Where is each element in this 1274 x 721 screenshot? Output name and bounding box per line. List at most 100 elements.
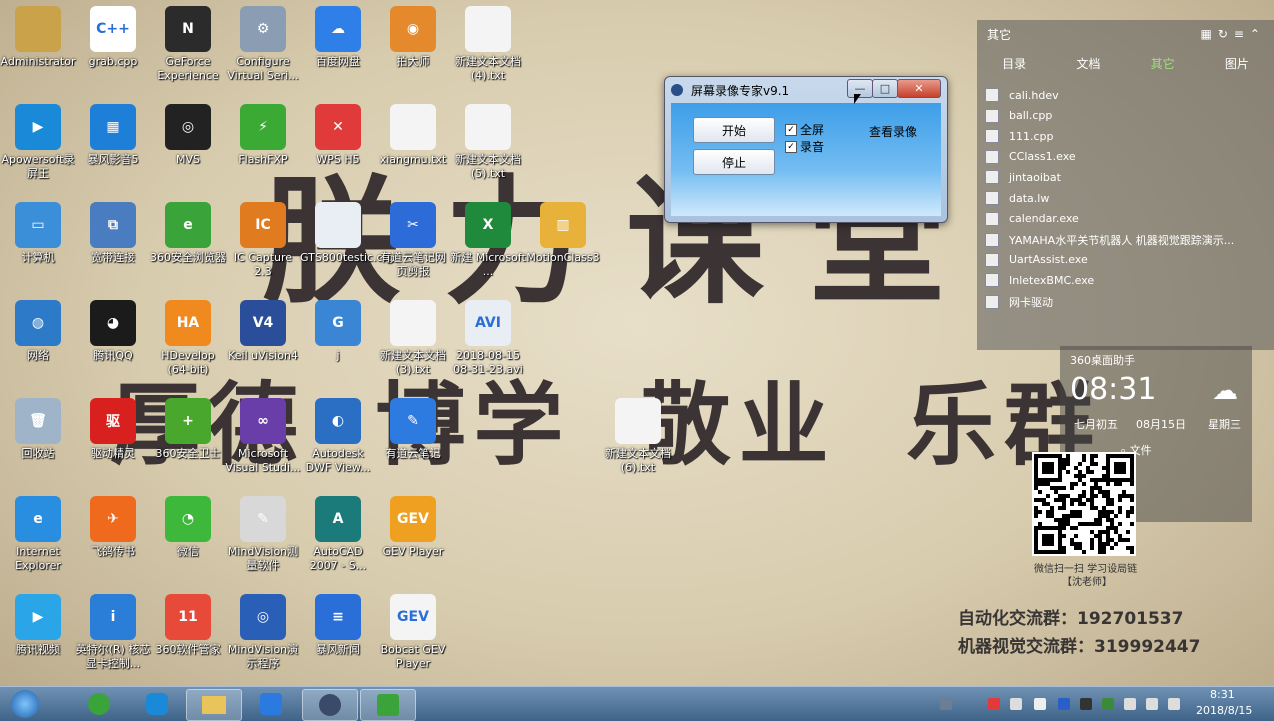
fullscreen-checkbox[interactable]: ✓ 全屏 xyxy=(785,121,824,138)
desktop-icon[interactable]: ▶ Apowersoft录屏王 xyxy=(0,104,76,181)
panel-file-item[interactable]: 111.cpp xyxy=(985,129,1265,144)
desktop-icon[interactable]: ✎ 有道云笔记 xyxy=(375,398,451,461)
taskbar-clock-date[interactable]: 2018/8/15 xyxy=(1196,704,1252,717)
taskbar-explorer-icon[interactable] xyxy=(186,689,242,721)
desktop-icon[interactable]: ▭ 计算机 xyxy=(0,202,76,265)
start-button[interactable]: 开始 xyxy=(693,117,775,143)
desktop-icon[interactable]: ∞ Microsoft Visual Studi... xyxy=(225,398,301,475)
desktop-icon[interactable]: AVI 2018-08-15 08-31-23.avi xyxy=(450,300,526,377)
desktop-icon-image xyxy=(315,202,361,248)
tray-signal-icon[interactable] xyxy=(1146,698,1158,710)
panel-tab-docs[interactable]: 文档 xyxy=(1051,55,1125,72)
desktop-icon[interactable]: N GeForce Experience xyxy=(150,6,226,83)
desktop-icon-image: ▭ xyxy=(15,202,61,248)
desktop-icon-label: 新建文本文档 (4).txt xyxy=(455,55,521,82)
desktop-icon[interactable]: 新建文本文档 (6).txt xyxy=(600,398,676,475)
desktop-icon[interactable]: ✈ 飞鸽传书 xyxy=(75,496,151,559)
desktop-icon[interactable]: 新建文本文档 (3).txt xyxy=(375,300,451,377)
desktop-icon-image: N xyxy=(165,6,211,52)
panel-file-item[interactable]: InletexBMC.exe xyxy=(985,273,1265,288)
desktop-icon[interactable]: ◎ MindVision演示程序 xyxy=(225,594,301,671)
desktop-icon[interactable]: ◉ 拍大师 xyxy=(375,6,451,69)
desktop-icon[interactable]: ⚡ FlashFXP xyxy=(225,104,301,167)
panel-tab-catalog[interactable]: 目录 xyxy=(977,55,1051,72)
desktop-icon[interactable]: 新建文本文档 (5).txt xyxy=(450,104,526,181)
panel-file-item[interactable]: data.lw xyxy=(985,191,1265,205)
desktop-icon[interactable]: ✂ 有道云笔记网页剪报 xyxy=(375,202,451,279)
desktop-icon[interactable]: xiangmu.txt xyxy=(375,104,451,167)
desktop-icon[interactable]: 新建文本文档 (4).txt xyxy=(450,6,526,83)
tray-tool-icon[interactable] xyxy=(1010,698,1022,710)
panel-file-item[interactable]: ball.cpp xyxy=(985,108,1265,123)
desktop-icon[interactable]: GEV GEV Player xyxy=(375,496,451,559)
desktop-icon[interactable]: C++ grab.cpp xyxy=(75,6,151,69)
taskbar-clock-time[interactable]: 8:31 xyxy=(1210,688,1235,701)
tray-app-icon[interactable] xyxy=(1080,698,1092,710)
desktop-icon[interactable]: ◐ Autodesk DWF View... xyxy=(300,398,376,475)
start-orb-icon[interactable] xyxy=(2,689,48,719)
desktop-icon[interactable]: ◎ MVS xyxy=(150,104,226,167)
tray-bluetooth-icon[interactable] xyxy=(1058,698,1070,710)
desktop-icon-image: AVI xyxy=(465,300,511,346)
taskbar-apowersoft-icon[interactable] xyxy=(130,689,184,719)
mouse-cursor-icon xyxy=(854,94,861,104)
desktop-icon[interactable]: HA HDevelop (64-bit) xyxy=(150,300,226,377)
audio-checkbox[interactable]: ✓ 录音 xyxy=(785,138,824,155)
desktop-icon[interactable]: GTS800testic.cfg xyxy=(300,202,393,265)
desktop-icon[interactable]: ◔ 微信 xyxy=(150,496,226,559)
desktop-icon[interactable]: ▥ MotionClass3 xyxy=(525,202,601,265)
desktop-icon[interactable]: Administrator xyxy=(0,6,76,69)
close-button[interactable]: ✕ xyxy=(897,79,941,98)
desktop-icon[interactable]: ≡ 暴风新闻 xyxy=(300,594,376,657)
maximize-button[interactable]: □ xyxy=(872,79,898,98)
desktop-icon[interactable]: i 英特尔(R) 核芯显卡控制... xyxy=(75,594,151,671)
desktop-icon[interactable]: ⧉ 宽带连接 xyxy=(75,202,151,265)
panel-file-item[interactable]: jintaoibat xyxy=(985,170,1265,185)
taskbar-360browser-icon[interactable] xyxy=(72,689,126,719)
taskbar-wps-icon[interactable] xyxy=(244,689,298,719)
desktop-icon-label: 360安全浏览器 xyxy=(150,251,226,264)
desktop-icon[interactable]: ✕ WPS H5 xyxy=(300,104,376,167)
desktop-icon[interactable]: X 新建 Microsoft ... xyxy=(450,202,526,279)
panel-tab-other[interactable]: 其它 xyxy=(1126,55,1200,72)
tray-edit-icon[interactable] xyxy=(1034,698,1046,710)
desktop-icon[interactable]: ⚙ Configure Virtual Seri... xyxy=(225,6,301,83)
desktop-icon[interactable]: ☁ 百度网盘 xyxy=(300,6,376,69)
tray-device-icon[interactable] xyxy=(1124,698,1136,710)
tray-360-icon[interactable] xyxy=(988,698,1000,710)
desktop-icon[interactable]: ▦ 暴风影音5 xyxy=(75,104,151,167)
taskbar-app-icon[interactable] xyxy=(360,689,416,721)
panel-tab-images[interactable]: 图片 xyxy=(1200,55,1274,72)
desktop-icon[interactable]: 11 360软件管家 xyxy=(150,594,226,657)
desktop-icon[interactable]: IC IC Capture 2.3 xyxy=(225,202,301,279)
desktop-icon[interactable]: +360安全卫士 xyxy=(150,398,226,461)
panel-controls-icon[interactable]: ▦↻≡⌃ xyxy=(1200,27,1266,41)
desktop-icon[interactable]: e Internet Explorer xyxy=(0,496,76,573)
view-recording-link[interactable]: 查看录像 xyxy=(869,123,917,140)
tray-green-icon[interactable] xyxy=(1102,698,1114,710)
tray-arrow-icon[interactable] xyxy=(940,698,952,710)
panel-file-item[interactable]: 网卡驱动 xyxy=(985,294,1265,310)
desktop-icon[interactable]: ▶ 腾讯视频 xyxy=(0,594,76,657)
desktop-icon-image: ⧉ xyxy=(90,202,136,248)
taskbar-recorder-icon[interactable] xyxy=(302,689,358,721)
desktop-icon[interactable]: 驱驱动精灵 xyxy=(75,398,151,461)
panel-file-item[interactable]: cali.hdev xyxy=(985,88,1265,102)
desktop-icon[interactable]: V4 Keil uVision4 xyxy=(225,300,301,363)
desktop-icon[interactable]: Gj xyxy=(300,300,376,363)
stop-button[interactable]: 停止 xyxy=(693,149,775,175)
panel-file-item[interactable]: UartAssist.exe xyxy=(985,252,1265,267)
desktop-icon[interactable]: 🗑 回收站 xyxy=(0,398,76,461)
cloud-weather-icon: ☁ xyxy=(1212,376,1238,406)
tray-volume-icon[interactable] xyxy=(1168,698,1180,710)
desktop-icon[interactable]: ◕ 腾讯QQ xyxy=(75,300,151,363)
panel-file-item[interactable]: calendar.exe xyxy=(985,211,1265,226)
recorder-window[interactable]: 屏幕录像专家v9.1 — □ ✕ 开始 停止 ✓ 全屏 ✓ 录音 查看录像 xyxy=(664,76,948,223)
desktop-icon[interactable]: A AutoCAD 2007 - S... xyxy=(300,496,376,573)
desktop-icon[interactable]: GEV Bobcat GEV Player xyxy=(375,594,451,671)
panel-file-item[interactable]: YAMAHA水平关节机器人 机器视觉跟踪演示... xyxy=(985,232,1265,248)
desktop-icon[interactable]: ✎ MindVision测量软件 xyxy=(225,496,301,573)
desktop-icon[interactable]: e 360安全浏览器 xyxy=(150,202,226,265)
desktop-icon[interactable]: ◍ 网络 xyxy=(0,300,76,363)
panel-file-item[interactable]: CClass1.exe xyxy=(985,149,1265,164)
